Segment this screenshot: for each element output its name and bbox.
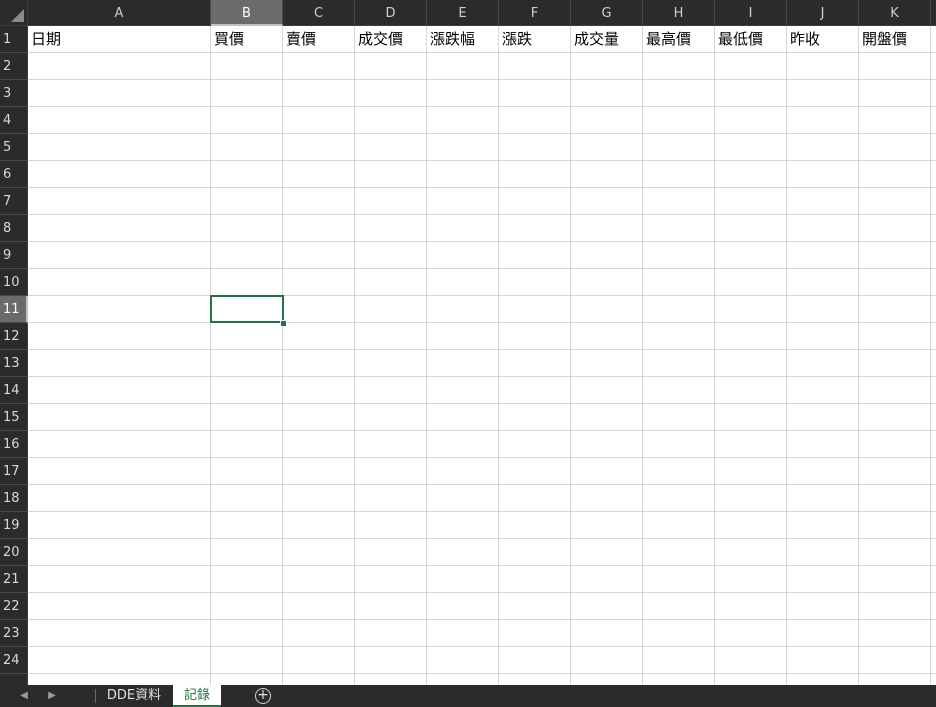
row-header-12[interactable]: 12 <box>0 323 28 350</box>
active-cell[interactable] <box>210 295 284 323</box>
row-header-13[interactable]: 13 <box>0 350 28 377</box>
row-header-9[interactable]: 9 <box>0 242 28 269</box>
column-header-j[interactable]: J <box>787 0 859 26</box>
grid-line <box>28 79 936 80</box>
row-header-6[interactable]: 6 <box>0 161 28 188</box>
grid-line <box>28 268 936 269</box>
row-header-22[interactable]: 22 <box>0 593 28 620</box>
cell-a1[interactable]: 日期 <box>28 26 210 52</box>
grid-line <box>498 26 499 685</box>
grid-line <box>210 26 211 685</box>
row-header-17[interactable]: 17 <box>0 458 28 485</box>
column-header-e[interactable]: E <box>427 0 499 26</box>
cell-k1[interactable]: 開盤價 <box>859 26 930 52</box>
grid-line <box>28 673 936 674</box>
row-header-3[interactable]: 3 <box>0 80 28 107</box>
scroll-tabs-left-icon[interactable]: ◀ <box>14 685 34 707</box>
cell-i1[interactable]: 最低價 <box>715 26 786 52</box>
grid-line <box>28 295 936 296</box>
row-header-10[interactable]: 10 <box>0 269 28 296</box>
row-header-21[interactable]: 21 <box>0 566 28 593</box>
grid-line <box>28 403 936 404</box>
row-header-16[interactable]: 16 <box>0 431 28 458</box>
column-header-i[interactable]: I <box>715 0 787 26</box>
cell-b1[interactable]: 買價 <box>211 26 282 52</box>
grid-line <box>642 26 643 685</box>
grid-line <box>28 619 936 620</box>
row-header-partial[interactable] <box>0 674 28 685</box>
grid-line <box>28 484 936 485</box>
column-header-a[interactable]: A <box>28 0 211 26</box>
grid-line <box>28 565 936 566</box>
column-header-d[interactable]: D <box>355 0 427 26</box>
grid-line <box>570 26 571 685</box>
sheet-tab-records[interactable]: 記錄 <box>173 685 221 707</box>
column-header-k[interactable]: K <box>859 0 931 26</box>
grid-line <box>28 160 936 161</box>
sheet-tab-dde[interactable]: DDE資料 <box>97 685 171 707</box>
cell-e1[interactable]: 漲跌幅 <box>427 26 498 52</box>
cell-j1[interactable]: 昨收 <box>787 26 858 52</box>
grid-line <box>426 26 427 685</box>
add-sheet-icon[interactable]: + <box>255 688 271 704</box>
grid-line <box>28 538 936 539</box>
grid-line <box>282 26 283 685</box>
column-header-b[interactable]: B <box>211 0 283 26</box>
grid-line <box>28 349 936 350</box>
grid-line <box>28 52 936 53</box>
grid-line <box>28 646 936 647</box>
fill-handle[interactable] <box>280 320 287 327</box>
grid-line <box>28 376 936 377</box>
cell-h1[interactable]: 最高價 <box>643 26 714 52</box>
column-header-partial[interactable] <box>931 0 936 26</box>
row-header-4[interactable]: 4 <box>0 107 28 134</box>
spreadsheet-grid[interactable]: A B C D E F G H I J K 1 2 3 4 5 6 7 8 9 10 11 12 13 14 15 16 17 18 19… <box>0 0 936 685</box>
grid-line <box>28 457 936 458</box>
grid-line <box>858 26 859 685</box>
grid-line <box>28 511 936 512</box>
row-header-1[interactable]: 1 <box>0 26 28 53</box>
select-all-button[interactable] <box>0 0 28 26</box>
row-header-11[interactable]: 11 <box>0 296 28 323</box>
grid-line <box>930 26 931 685</box>
cell-d1[interactable]: 成交價 <box>355 26 426 52</box>
row-header-8[interactable]: 8 <box>0 215 28 242</box>
grid-line <box>28 241 936 242</box>
grid-line <box>28 592 936 593</box>
grid-line <box>28 322 936 323</box>
row-header-14[interactable]: 14 <box>0 377 28 404</box>
column-header-c[interactable]: C <box>283 0 355 26</box>
cell-f1[interactable]: 漲跌 <box>499 26 570 52</box>
column-header-g[interactable]: G <box>571 0 643 26</box>
grid-line <box>354 26 355 685</box>
grid-line <box>28 133 936 134</box>
scroll-tabs-right-icon[interactable]: ▶ <box>42 685 62 707</box>
cell-g1[interactable]: 成交量 <box>571 26 642 52</box>
row-header-20[interactable]: 20 <box>0 539 28 566</box>
row-header-2[interactable]: 2 <box>0 53 28 80</box>
row-header-18[interactable]: 18 <box>0 485 28 512</box>
grid-line <box>28 106 936 107</box>
row-header-24[interactable]: 24 <box>0 647 28 674</box>
row-header-5[interactable]: 5 <box>0 134 28 161</box>
row-header-23[interactable]: 23 <box>0 620 28 647</box>
row-header-15[interactable]: 15 <box>0 404 28 431</box>
grid-line <box>28 430 936 431</box>
select-all-triangle-icon <box>11 9 24 22</box>
cell-c1[interactable]: 賣價 <box>283 26 354 52</box>
sheet-tab-bar: ◀ ▶ DDE資料 記錄 + <box>0 685 936 707</box>
row-header-19[interactable]: 19 <box>0 512 28 539</box>
tab-separator <box>95 689 96 703</box>
column-header-f[interactable]: F <box>499 0 571 26</box>
grid-line <box>28 214 936 215</box>
grid-line <box>786 26 787 685</box>
grid-line <box>28 187 936 188</box>
row-header-7[interactable]: 7 <box>0 188 28 215</box>
grid-line <box>714 26 715 685</box>
column-header-h[interactable]: H <box>643 0 715 26</box>
